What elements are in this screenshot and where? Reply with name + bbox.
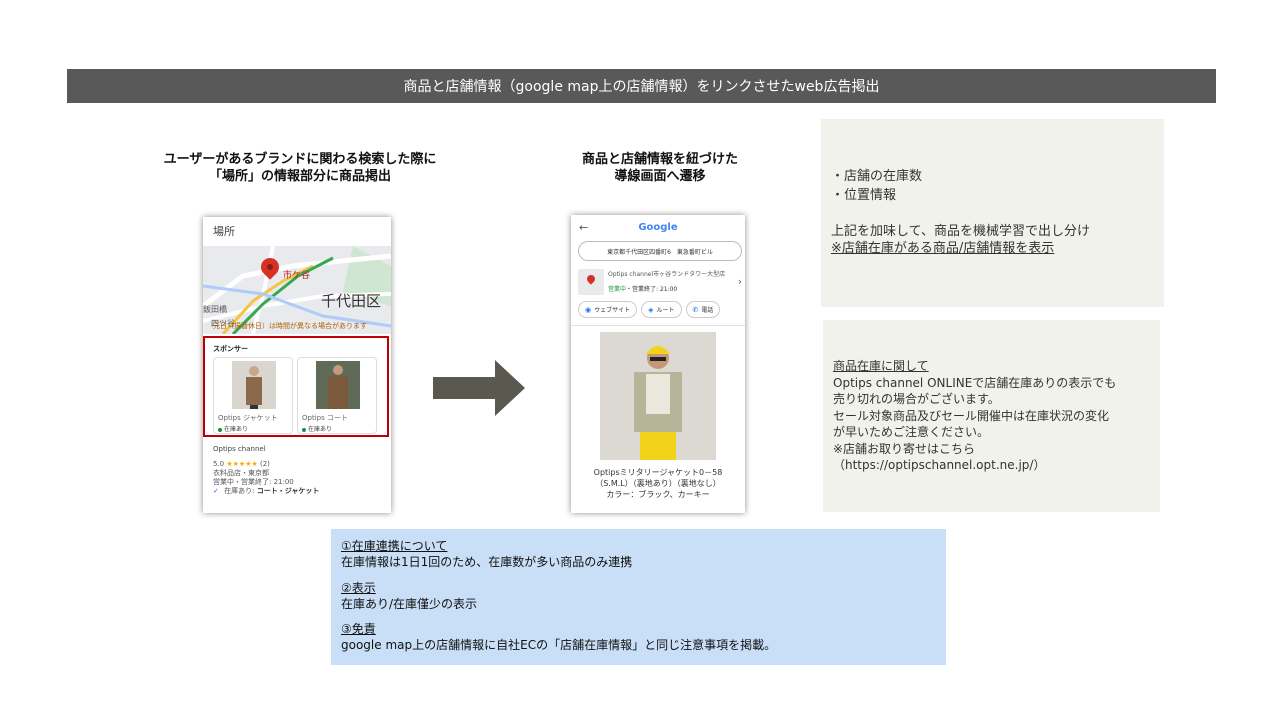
check-circle-icon: ✓ <box>213 487 219 495</box>
in-stock-dot-icon <box>218 427 222 432</box>
product-card-title: Optips コート <box>302 414 348 422</box>
store-info: Optips channel 5.0 ★★★★★ (2) 衣料品店・東京都 営業… <box>213 445 319 496</box>
product-card-coat[interactable]: Optips コート 在庫あり <box>297 357 377 434</box>
product-photo[interactable] <box>600 332 716 460</box>
store-hours: 営業中・営業終了: 21:00 <box>213 478 294 486</box>
logic-line2: ※店舗在庫がある商品/店舗情報を表示 <box>831 241 1055 256</box>
note-section-disclaimer: ③免責 google map上の店舗情報に自社ECの「店舗在庫情報」と同じ注意事… <box>341 621 776 653</box>
note-body: google map上の店舗情報に自社ECの「店舗在庫情報」と同じ注意事項を掲載… <box>341 638 777 652</box>
product-description: Optipsミリタリージャケット0－58 （S.M.L）（裏地あり）（裏地なし）… <box>571 467 745 500</box>
map-thumbnail <box>578 269 604 295</box>
website-chip[interactable]: ◉ ウェブサイト <box>578 301 638 318</box>
left-heading-line1: ユーザーがあるブランドに関わる検索した際に <box>163 152 437 167</box>
phone-icon: ✆ <box>692 305 699 314</box>
open-status: 営業中 <box>608 286 627 293</box>
places-title: 場所 <box>213 225 235 238</box>
note-body: 在庫情報は1日1回のため、在庫数が多い商品のみ連携 <box>341 555 633 569</box>
product-colors: カラー：ブラック、カーキー <box>606 490 710 499</box>
stock-notice-heading: 商品在庫に関して <box>833 359 929 373</box>
google-logo-text: Google <box>638 222 678 233</box>
logic-line1: 上記を加味して、商品を機械学習で出し分け <box>831 224 1090 239</box>
note-section-display: ②表示 在庫あり/在庫僅少の表示 <box>341 580 477 612</box>
bullet-item: ・店舗の在庫数 <box>831 169 923 184</box>
store-product-screenshot: Google ← 東京都千代田区四番町6 東急番町ビル Optips chann… <box>571 215 745 513</box>
coat-product-photo <box>316 361 360 409</box>
stock-items: コート・ジャケット <box>256 487 320 495</box>
product-sizes: （S.M.L）（裏地あり）（裏地なし） <box>595 479 721 488</box>
review-count: (2) <box>260 460 270 468</box>
title-banner: 商品と店舗情報（google map上の店舗情報）をリンクさせたweb広告掲出 <box>67 69 1216 103</box>
stock-notice-line: ※店舗お取り寄せはこちら <box>833 441 976 456</box>
note-section-inventory: ①在庫連携について 在庫情報は1日1回のため、在庫数が多い商品のみ連携 <box>341 538 632 570</box>
mid-heading-line1: 商品と店舗情報を紐づけた <box>581 152 738 167</box>
note-heading: ①在庫連携について <box>341 539 448 553</box>
stock-notice-line: 売り切れの場合がございます。 <box>833 392 1000 406</box>
banner-title: 商品と店舗情報（google map上の店舗情報）をリンクさせたweb広告掲出 <box>403 79 880 95</box>
search-input[interactable]: 東京都千代田区四番町6 東急番町ビル <box>578 241 742 261</box>
logic-note-box: ・店舗の在庫数 ・位置情報 上記を加味して、商品を機械学習で出し分け ※店舗在庫… <box>821 119 1164 307</box>
stock-notice-box: 商品在庫に関して Optips channel ONLINEで店舗在庫ありの表示… <box>823 320 1160 512</box>
sponsored-products-highlight: スポンサー Optips ジャケット 在庫あり Optips コート 在庫あり <box>203 336 389 437</box>
in-stock-dot-icon <box>302 427 306 432</box>
note-heading: ③免責 <box>341 622 376 636</box>
phone-chip[interactable]: ✆ 電話 <box>685 301 721 318</box>
store-name-line: Optips channel市ヶ谷ランドタワー大型店 <box>608 271 726 278</box>
store-category: 衣料品店・東京都 <box>213 469 269 477</box>
map-label-left1: 飯田橋 <box>203 305 227 314</box>
jacket-product-photo <box>232 361 276 409</box>
store-row[interactable]: Optips channel市ヶ谷ランドタワー大型店 営業中・営業終了: 21:… <box>578 267 742 297</box>
stock-notice-line: セール対象商品及びセール開催中は在庫状況の変化 <box>833 408 1110 423</box>
product-card-stock: 在庫あり <box>302 424 332 433</box>
globe-icon: ◉ <box>585 305 592 314</box>
map-label-district: 千代田区 <box>320 292 381 310</box>
product-card-jacket[interactable]: Optips ジャケット 在庫あり <box>213 357 293 434</box>
mid-heading-line2: 導線画面へ遷移 <box>614 169 706 184</box>
star-rating-icon: ★★★★★ <box>226 460 258 468</box>
logic-text: 上記を加味して、商品を機械学習で出し分け ※店舗在庫がある商品/店舗情報を表示 <box>831 223 1090 257</box>
mid-heading: 商品と店舗情報を紐づけた 導線画面へ遷移 <box>540 151 780 185</box>
left-heading-line2: 「場所」の情報部分に商品掲出 <box>208 169 391 184</box>
store-name[interactable]: Optips channel <box>213 445 319 454</box>
open-hours: ・営業終了: 21:00 <box>626 286 678 293</box>
bullet-item: ・位置情報 <box>831 188 897 203</box>
stock-label: 在庫あり: <box>224 487 255 495</box>
directions-icon: ◈ <box>648 305 654 314</box>
rating-row: 5.0 ★★★★★ (2) <box>213 460 319 469</box>
rating-value: 5.0 <box>213 460 225 468</box>
stock-notice-link[interactable]: （https://optipschannel.opt.ne.jp/） <box>833 457 1116 474</box>
product-card-title: Optips ジャケット <box>218 414 278 422</box>
product-card-stock: 在庫あり <box>218 424 248 433</box>
chevron-right-icon[interactable]: › <box>738 275 742 288</box>
stock-notice-text: 商品在庫に関して Optips channel ONLINEで店舗在庫ありの表示… <box>833 358 1116 474</box>
note-body: 在庫あり/在庫僅少の表示 <box>341 597 478 611</box>
right-arrow-icon <box>433 360 525 416</box>
google-logo: Google <box>571 222 745 233</box>
action-chips: ◉ ウェブサイト ◈ ルート ✆ 電話 <box>578 301 721 318</box>
stock-notice-line: Optips channel ONLINEで店舗在庫ありの表示でも <box>833 375 1117 390</box>
divider <box>571 325 745 326</box>
bullet-list: ・店舗の在庫数 ・位置情報 <box>831 167 922 205</box>
product-name: Optipsミリタリージャケット0－58 <box>593 468 723 477</box>
notes-box: ①在庫連携について 在庫情報は1日1回のため、在庫数が多い商品のみ連携 ②表示 … <box>331 529 946 665</box>
route-chip[interactable]: ◈ ルート <box>641 301 682 318</box>
sponsor-label: スポンサー <box>213 345 248 353</box>
back-arrow-icon[interactable]: ← <box>579 221 588 234</box>
stock-notice-line: が早いためご注意ください。 <box>833 425 990 439</box>
map-label-station: 市ケ谷 <box>283 271 311 281</box>
open-status-row: 営業中・営業終了: 21:00 <box>608 284 677 293</box>
holiday-notice: 元日（振替休日）は時間が異なる場合があります <box>213 322 367 330</box>
left-heading: ユーザーがあるブランドに関わる検索した際に 「場所」の情報部分に商品掲出 <box>130 151 470 185</box>
stock-row: ✓ 在庫あり: コート・ジャケット <box>213 487 319 496</box>
note-heading: ②表示 <box>341 581 376 595</box>
